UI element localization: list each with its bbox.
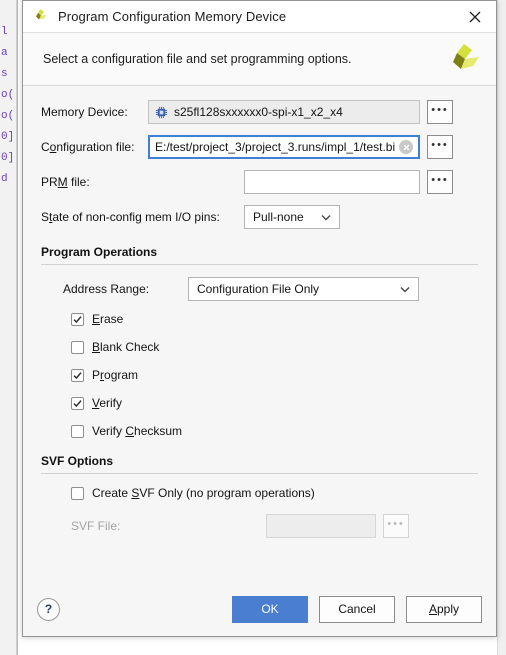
create-svf-only-label: Create SVF Only (no program operations): [92, 486, 315, 500]
program-operation-label: Verify: [92, 396, 123, 410]
chevron-down-icon: [398, 286, 412, 293]
io-pins-state-value: Pull-none: [253, 210, 304, 224]
ok-button[interactable]: OK: [232, 595, 308, 623]
close-icon[interactable]: [460, 4, 490, 30]
help-button[interactable]: ?: [37, 597, 60, 621]
dialog-body: Memory Device: s25fl128sxxxxxx0-spi-x1_x…: [23, 86, 496, 582]
io-pins-state-label: State of non-config mem I/O pins:: [41, 210, 220, 224]
memory-device-row: Memory Device: s25fl128sxxxxxx0-spi-x1_x…: [41, 100, 478, 124]
program-operation-label: Program: [92, 368, 139, 382]
configuration-file-label: Configuration file:: [41, 140, 135, 154]
io-pins-state-dropdown[interactable]: Pull-none: [244, 205, 340, 229]
prm-file-row: PRM file: •••: [41, 170, 478, 194]
editor-right-strip: [497, 0, 506, 655]
program-configuration-memory-device-dialog: Program Configuration Memory Device Sele…: [22, 0, 497, 637]
checkbox-box: [71, 396, 84, 410]
configuration-file-value: E:/test/project_3/project_3.runs/impl_1/…: [155, 140, 395, 154]
address-range-dropdown[interactable]: Configuration File Only: [188, 277, 419, 301]
xilinx-logo-icon: [448, 42, 482, 76]
configuration-file-input[interactable]: E:/test/project_3/project_3.runs/impl_1/…: [148, 135, 420, 159]
editor-code-column: l a s o(o(0] 0] d: [1, 26, 15, 185]
program-operations-checkbox-list: Erase Blank Check Program Verify Verify Chec…: [41, 312, 478, 438]
checkbox-box: [71, 486, 84, 500]
program-operations-rule: [41, 264, 478, 265]
checkbox-box: [71, 424, 84, 438]
program-operation-label: Erase: [92, 312, 124, 326]
memory-device-label: Memory Device:: [41, 105, 128, 119]
dialog-title: Program Configuration Memory Device: [58, 9, 287, 24]
configuration-file-row: Configuration file: E:/test/project_3/pr…: [41, 135, 478, 159]
editor-divider: [17, 0, 18, 655]
apply-button[interactable]: Apply: [406, 595, 482, 623]
program-operations-heading: Program Operations: [41, 245, 158, 259]
memory-device-browse-button[interactable]: •••: [427, 100, 453, 124]
svf-file-input: [266, 514, 376, 538]
banner-text: Select a configuration file and set prog…: [43, 52, 352, 66]
address-range-row: Address Range: Configuration File Only: [41, 277, 478, 301]
svf-file-label: SVF File:: [71, 519, 121, 533]
svf-options-rule: [41, 473, 478, 474]
configuration-file-browse-button[interactable]: •••: [427, 135, 453, 159]
memory-device-value: s25fl128sxxxxxx0-spi-x1_x2_x4: [174, 105, 343, 119]
clear-icon[interactable]: [399, 140, 413, 154]
dialog-banner: Select a configuration file and set prog…: [23, 33, 496, 86]
svf-file-browse-button: •••: [383, 514, 409, 538]
address-range-label: Address Range:: [63, 282, 150, 296]
create-svf-only-checkbox[interactable]: Create SVF Only (no program operations): [41, 486, 478, 500]
program-operation-checkbox[interactable]: Blank Check: [71, 340, 478, 354]
program-operation-label: Blank Check: [92, 340, 160, 354]
checkbox-box: [71, 312, 84, 326]
memory-device-field: s25fl128sxxxxxx0-spi-x1_x2_x4: [148, 100, 420, 124]
checkbox-box: [71, 340, 84, 354]
program-operation-checkbox[interactable]: Program: [71, 368, 478, 382]
program-operation-checkbox[interactable]: Erase: [71, 312, 478, 326]
xilinx-logo-icon: [33, 8, 50, 25]
cancel-button[interactable]: Cancel: [319, 595, 395, 623]
chip-icon: [155, 106, 168, 119]
prm-file-browse-button[interactable]: •••: [427, 170, 453, 194]
program-operations-group: Program Operations Address Range: Config…: [41, 245, 478, 438]
program-operation-checkbox[interactable]: Verify: [71, 396, 478, 410]
svf-options-group: SVF Options Create SVF Only (no program …: [41, 454, 478, 538]
program-operation-checkbox[interactable]: Verify Checksum: [71, 424, 478, 438]
io-pins-state-row: State of non-config mem I/O pins: Pull-n…: [41, 205, 478, 229]
prm-file-label: PRM file:: [41, 175, 90, 189]
program-operation-label: Verify Checksum: [92, 424, 183, 438]
checkbox-box: [71, 368, 84, 382]
prm-file-input[interactable]: [244, 170, 420, 194]
dialog-titlebar: Program Configuration Memory Device: [23, 1, 496, 33]
svf-file-row: SVF File: •••: [41, 514, 478, 538]
dialog-footer: ? OK Cancel Apply: [23, 582, 496, 636]
address-range-value: Configuration File Only: [197, 282, 320, 296]
chevron-down-icon: [319, 214, 333, 221]
svf-options-heading: SVF Options: [41, 454, 113, 468]
